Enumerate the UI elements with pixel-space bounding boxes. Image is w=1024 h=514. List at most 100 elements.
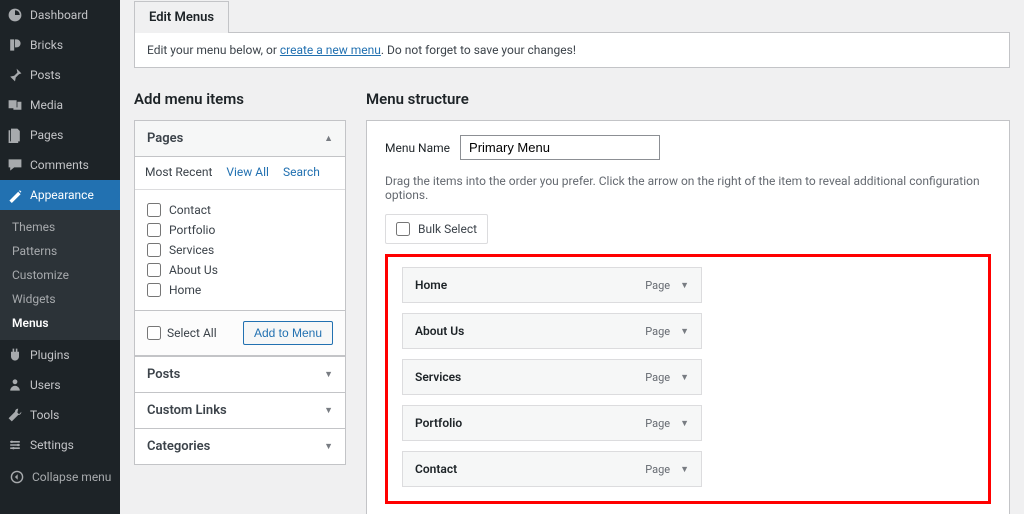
page-checkbox[interactable] <box>147 243 161 257</box>
menu-name-label: Menu Name <box>385 141 450 155</box>
page-option[interactable]: Contact <box>147 200 333 220</box>
main-content: Edit Menus Edit your menu below, or crea… <box>120 0 1024 514</box>
page-option-label: Contact <box>169 203 211 217</box>
bulk-select-checkbox[interactable] <box>396 222 410 236</box>
menu-item-type: Page <box>645 417 670 430</box>
tab-view-all[interactable]: View All <box>226 165 269 189</box>
page-option-label: Home <box>169 283 201 297</box>
submenu-patterns[interactable]: Patterns <box>0 239 120 263</box>
drag-help-text: Drag the items into the order you prefer… <box>385 174 991 202</box>
menu-item-title: About Us <box>415 324 464 338</box>
submenu-themes[interactable]: Themes <box>0 215 120 239</box>
sidebar-item-media[interactable]: Media <box>0 90 120 120</box>
sidebar-item-pages[interactable]: Pages <box>0 120 120 150</box>
submenu-menus[interactable]: Menus <box>0 311 120 335</box>
accordion-label: Posts <box>147 367 180 382</box>
collapse-menu-button[interactable]: Collapse menu <box>0 460 120 494</box>
sidebar-item-label: Tools <box>30 408 59 422</box>
menu-item-title: Portfolio <box>415 416 462 430</box>
menu-item-title: Home <box>415 278 447 292</box>
sidebar-item-dashboard[interactable]: Dashboard <box>0 0 120 30</box>
collapse-icon <box>8 468 26 486</box>
menu-item-type: Page <box>645 279 670 292</box>
sidebar-item-label: Media <box>30 98 63 112</box>
caret-down-icon[interactable]: ▼ <box>680 280 689 291</box>
media-icon <box>6 96 24 114</box>
sidebar-item-tools[interactable]: Tools <box>0 400 120 430</box>
menu-item-title: Services <box>415 370 461 384</box>
select-all[interactable]: Select All <box>147 326 217 340</box>
menu-item[interactable]: Portfolio Page ▼ <box>402 405 702 441</box>
settings-icon <box>6 436 24 454</box>
sidebar-item-users[interactable]: Users <box>0 370 120 400</box>
menu-item[interactable]: Home Page ▼ <box>402 267 702 303</box>
sidebar-item-label: Pages <box>30 128 63 142</box>
menu-structure-panel: Menu Name Drag the items into the order … <box>366 120 1010 514</box>
caret-down-icon[interactable]: ▼ <box>680 326 689 337</box>
page-option[interactable]: Home <box>147 280 333 300</box>
sidebar-item-bricks[interactable]: Bricks <box>0 30 120 60</box>
notice-pre: Edit your menu below, or <box>147 43 280 57</box>
tab-edit-menus[interactable]: Edit Menus <box>134 1 229 33</box>
page-option[interactable]: Portfolio <box>147 220 333 240</box>
add-to-menu-button[interactable]: Add to Menu <box>243 321 333 345</box>
page-checkbox[interactable] <box>147 203 161 217</box>
accordion-label: Categories <box>147 439 210 454</box>
appearance-submenu: Themes Patterns Customize Widgets Menus <box>0 210 120 340</box>
submenu-widgets[interactable]: Widgets <box>0 287 120 311</box>
menu-item-title: Contact <box>415 462 457 476</box>
sidebar-item-settings[interactable]: Settings <box>0 430 120 460</box>
sidebar-item-appearance[interactable]: Appearance <box>0 180 120 210</box>
sidebar-item-plugins[interactable]: Plugins <box>0 340 120 370</box>
accordion-pages-label: Pages <box>147 131 183 146</box>
notice-bar: Edit your menu below, or create a new me… <box>134 32 1010 68</box>
page-option[interactable]: Services <box>147 240 333 260</box>
sidebar-item-posts[interactable]: Posts <box>0 60 120 90</box>
menu-item[interactable]: Contact Page ▼ <box>402 451 702 487</box>
caret-down-icon: ▼ <box>324 369 333 380</box>
menu-item-type: Page <box>645 463 670 476</box>
accordion-pages: Pages ▲ Most Recent View All Search Cont… <box>134 120 346 465</box>
sidebar-item-label: Settings <box>30 438 74 452</box>
menu-name-input[interactable] <box>460 135 660 160</box>
collapse-label: Collapse menu <box>32 470 111 484</box>
select-all-checkbox[interactable] <box>147 326 161 340</box>
add-items-heading: Add menu items <box>134 90 346 108</box>
caret-down-icon: ▼ <box>324 405 333 416</box>
page-option-label: Portfolio <box>169 223 215 237</box>
accordion-categories-toggle[interactable]: Categories ▼ <box>135 428 345 464</box>
admin-sidebar: Dashboard Bricks Posts Media Pages Comme… <box>0 0 120 514</box>
accordion-posts-toggle[interactable]: Posts ▼ <box>135 356 345 392</box>
page-options-list: Contact Portfolio Services About Us Home <box>147 200 333 300</box>
sidebar-item-label: Comments <box>30 158 89 172</box>
page-checkbox[interactable] <box>147 283 161 297</box>
sidebar-item-label: Posts <box>30 68 61 82</box>
page-checkbox[interactable] <box>147 223 161 237</box>
sidebar-item-label: Users <box>30 378 61 392</box>
accordion-pages-toggle[interactable]: Pages ▲ <box>135 121 345 157</box>
caret-down-icon[interactable]: ▼ <box>680 464 689 475</box>
sidebar-item-label: Bricks <box>30 38 63 52</box>
plugins-icon <box>6 346 24 364</box>
sidebar-item-label: Plugins <box>30 348 70 362</box>
caret-down-icon[interactable]: ▼ <box>680 372 689 383</box>
menu-item[interactable]: About Us Page▼ <box>402 313 702 349</box>
sidebar-item-comments[interactable]: Comments <box>0 150 120 180</box>
tab-most-recent[interactable]: Most Recent <box>145 165 212 189</box>
pin-icon <box>6 66 24 84</box>
tab-search[interactable]: Search <box>283 165 320 189</box>
page-checkbox[interactable] <box>147 263 161 277</box>
sidebar-item-label: Dashboard <box>30 8 88 22</box>
menu-structure-heading: Menu structure <box>366 90 1010 108</box>
menu-item-type: Page <box>645 371 670 384</box>
comments-icon <box>6 156 24 174</box>
menu-item[interactable]: Services Page ▼ <box>402 359 702 395</box>
dashboard-icon <box>6 6 24 24</box>
caret-down-icon[interactable]: ▼ <box>680 418 689 429</box>
bulk-select-top[interactable]: Bulk Select <box>385 214 488 244</box>
accordion-custom-links-toggle[interactable]: Custom Links ▼ <box>135 392 345 428</box>
page-option[interactable]: About Us <box>147 260 333 280</box>
page-option-label: About Us <box>169 263 218 277</box>
submenu-customize[interactable]: Customize <box>0 263 120 287</box>
create-new-menu-link[interactable]: create a new menu <box>280 43 381 57</box>
